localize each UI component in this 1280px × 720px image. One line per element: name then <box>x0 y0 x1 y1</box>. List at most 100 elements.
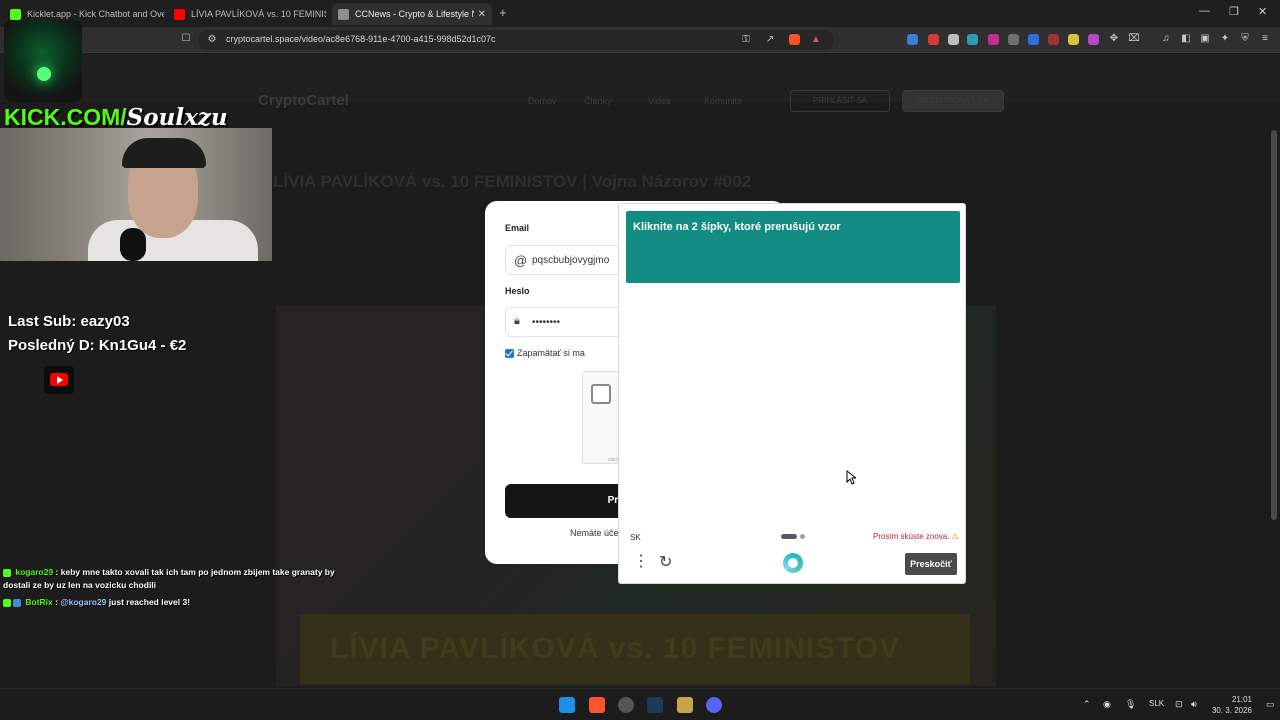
url-field[interactable]: ⚙ cryptocartel.space/video/ac8e6768-911e… <box>198 30 834 50</box>
url-text: cryptocartel.space/video/ac8e6768-911e-4… <box>226 34 496 44</box>
skip-button[interactable]: Preskočiť <box>905 553 957 575</box>
site-settings-icon[interactable]: ⚙ <box>206 34 218 46</box>
volume-icon[interactable]: 🔊︎ <box>1191 699 1197 710</box>
brave-rewards-icon[interactable]: ▲ <box>810 34 822 46</box>
discord-tray-icon[interactable]: ◉ <box>1103 699 1111 710</box>
mouse-cursor-icon <box>846 470 856 485</box>
key-icon[interactable]: ⚿ <box>740 34 752 46</box>
remember-me-label: Zapamätať si ma <box>517 348 585 358</box>
extension-icon[interactable] <box>988 34 999 45</box>
league-app-icon[interactable] <box>677 697 693 713</box>
extension-icon[interactable] <box>967 34 978 45</box>
captcha-checkbox[interactable] <box>591 384 611 404</box>
webcam-cap <box>122 138 206 168</box>
chat-text: just reached level 3! <box>106 597 191 607</box>
extension-icon[interactable] <box>1008 34 1019 45</box>
extension-icon[interactable] <box>907 34 918 45</box>
extension-icon[interactable] <box>948 34 959 45</box>
tab-ccnews[interactable]: CCNews - Crypto & Lifestyle New ✕ <box>332 3 492 25</box>
menu-icon[interactable]: ≡ <box>1259 33 1271 45</box>
start-menu-icon[interactable] <box>559 697 575 713</box>
screenshot-icon[interactable]: ⌧ <box>1128 33 1140 45</box>
notification-icon[interactable]: ▭ <box>1266 699 1275 710</box>
media-icon[interactable]: ♫ <box>1160 33 1172 45</box>
brave-app-icon[interactable] <box>589 697 605 713</box>
site-logo[interactable]: CryptoCartel <box>258 92 349 109</box>
nav-home[interactable]: Domov <box>528 96 557 106</box>
system-clock[interactable]: 21:01 30. 3. 2026 <box>1208 694 1252 716</box>
remember-me-checkbox[interactable]: Zapamätať si ma <box>505 348 585 358</box>
refresh-icon[interactable]: ↻ <box>659 555 672 571</box>
steam-app-icon[interactable] <box>647 697 663 713</box>
site-header <box>0 54 1280 102</box>
tab-title: CCNews - Crypto & Lifestyle New <box>355 9 474 19</box>
error-text: Prosím skúste znova. <box>873 532 950 541</box>
microphone-icon[interactable]: 🎙︎ <box>1125 699 1136 710</box>
tab-title: Kicklet.app - Kick Chatbot and Overla <box>27 9 164 19</box>
address-bar: ☐ ⚙ cryptocartel.space/video/ac8e6768-91… <box>0 27 1280 53</box>
extension-icon[interactable] <box>1068 34 1079 45</box>
email-value: pqscbubjovygjmo <box>532 255 610 266</box>
tab-title: LÍVIA PAVLÍKOVÁ vs. 10 FEMINISTOV <box>191 9 326 19</box>
sidebar-icon[interactable]: ◧ <box>1180 33 1192 45</box>
captcha-challenge: Kliknite na 2 šípky, ktoré prerušujú vzo… <box>618 203 966 584</box>
extension-icon[interactable] <box>1028 34 1039 45</box>
at-icon: @ <box>514 253 528 268</box>
tab-youtube[interactable]: LÍVIA PAVLÍKOVÁ vs. 10 FEMINISTOV <box>168 3 326 25</box>
tray-overflow-icon[interactable]: ⌃ <box>1083 699 1091 710</box>
maximize-button[interactable]: ❐ <box>1229 5 1239 18</box>
challenge-language[interactable]: SK <box>630 533 641 542</box>
streamer-avatar <box>4 20 82 102</box>
extension-icon[interactable] <box>1048 34 1059 45</box>
minimize-button[interactable]: — <box>1199 5 1210 17</box>
site-register-button[interactable]: REGISTROVAŤ SA <box>902 90 1004 112</box>
extensions-puzzle-icon[interactable]: ✥ <box>1108 33 1120 45</box>
youtube-icon <box>174 8 185 20</box>
youtube-badge <box>44 366 74 394</box>
input-language[interactable]: SLK <box>1149 699 1164 708</box>
last-donation-label: Posledný D: Kn1Gu4 - €2 <box>8 337 187 354</box>
password-value: •••••••• <box>532 317 561 328</box>
more-options-icon[interactable]: ⋮ <box>633 554 649 570</box>
kick-channel-label: KICK.COM/Soulxzu <box>4 104 228 131</box>
bot-badge-icon <box>13 598 21 607</box>
clock-date: 30. 3. 2026 <box>1211 706 1252 715</box>
nav-articles[interactable]: Články <box>584 96 612 106</box>
kicklet-icon <box>10 8 21 20</box>
last-sub-label: Last Sub: eazy03 <box>8 313 130 330</box>
challenge-error: Prosím skúste znova. ⚠ <box>873 532 959 541</box>
close-tab-icon[interactable]: ✕ <box>474 9 486 20</box>
leo-ai-icon[interactable]: ✦ <box>1219 33 1231 45</box>
video-title: LÍVIA PAVLÍKOVÁ vs. 10 FEMINISTOV | Vojn… <box>273 172 752 191</box>
discord-app-icon[interactable] <box>706 697 722 713</box>
share-icon[interactable]: ↗ <box>764 34 776 46</box>
challenge-prompt: Kliknite na 2 šípky, ktoré prerušujú vzo… <box>626 211 960 283</box>
extension-icon[interactable] <box>1088 34 1099 45</box>
bookmark-icon[interactable]: ☐ <box>180 33 192 45</box>
network-icon[interactable]: ⊡ <box>1175 699 1183 710</box>
page-scrollbar[interactable] <box>1271 130 1277 520</box>
kick-badge-icon <box>3 568 11 577</box>
progress-dot-active <box>781 534 797 539</box>
brave-shields-icon[interactable] <box>789 34 800 45</box>
wallet-icon[interactable]: ▣ <box>1199 33 1211 45</box>
warning-icon: ⚠ <box>951 532 959 541</box>
new-tab-button[interactable]: + <box>499 5 507 20</box>
avatar-glow-icon <box>37 67 51 81</box>
nav-videos[interactable]: Videá <box>648 96 671 106</box>
nav-community[interactable]: Komunita <box>704 96 742 106</box>
site-login-button[interactable]: PRIHLÁSIŤ SA <box>790 90 890 112</box>
vpn-icon[interactable]: ⛨ <box>1239 33 1251 45</box>
obs-app-icon[interactable] <box>618 697 634 713</box>
lock-icon: 🔒︎ <box>514 315 520 327</box>
chat-username: kogaro29 <box>15 567 54 577</box>
chat-separator: : <box>53 567 61 577</box>
banner-text: LÍVIA PAVLÍKOVÁ vs. 10 FEMINISTOV <box>330 632 901 665</box>
progress-dot <box>800 534 805 539</box>
hcaptcha-logo-icon[interactable] <box>783 553 803 573</box>
webcam-microphone <box>120 228 146 261</box>
challenge-instruction: Kliknite na 2 šípky, ktoré prerušujú vzo… <box>633 221 841 233</box>
close-window-button[interactable]: ✕ <box>1258 5 1267 18</box>
adblock-icon[interactable] <box>928 34 939 45</box>
checkbox-checked-icon[interactable] <box>505 348 514 358</box>
